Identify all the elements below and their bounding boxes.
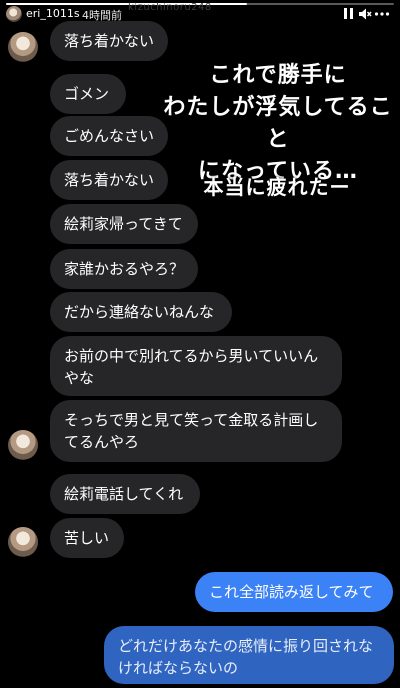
message-bubble-outgoing: どれだけあなたの感情に振り回されな ければならないの	[104, 626, 394, 684]
message-bubble-outgoing: これ全部読み返してみて	[195, 572, 393, 612]
message-bubble-incoming: 苦しい	[50, 518, 124, 558]
message-bubble-incoming: だから連絡ないねんな	[50, 292, 232, 332]
username[interactable]: eri_1011s	[26, 7, 80, 20]
header-avatar[interactable]	[6, 6, 22, 22]
message-bubble-incoming: 絵莉家帰ってきて	[50, 204, 198, 244]
story-text-overlay-main: これで勝手に わたしが浮気してること になっている…	[163, 63, 393, 184]
chat-avatar	[8, 527, 38, 557]
pause-icon[interactable]	[342, 7, 356, 21]
message-bubble-incoming: 落ち着かない	[50, 21, 168, 61]
chat-avatar	[8, 32, 38, 62]
message-bubble-incoming: ゴメン	[50, 74, 126, 114]
story-header: kizuchinoru248 eri_1011s 4時間前	[0, 2, 400, 24]
speaker-muted-icon[interactable]	[358, 7, 372, 21]
message-bubble-incoming: お前の中で別れてるから男いていいん やな	[50, 336, 342, 396]
chat-avatar	[8, 430, 38, 460]
story-text-overlay-sub: 本当に疲れたー	[203, 175, 351, 199]
message-bubble-incoming: 落ち着かない	[50, 160, 168, 200]
message-bubble-incoming: 絵莉電話してくれ	[50, 474, 200, 514]
message-bubble-incoming: ごめんなさい	[50, 116, 168, 156]
message-bubble-incoming: そっちで男と見て笑って金取る計画し てるんやろ	[50, 400, 342, 462]
more-dots-icon[interactable]	[374, 7, 390, 21]
background-ghost-text: kizuchinoru248	[128, 2, 212, 13]
message-bubble-incoming: 家誰かおるやろ？	[50, 249, 198, 289]
